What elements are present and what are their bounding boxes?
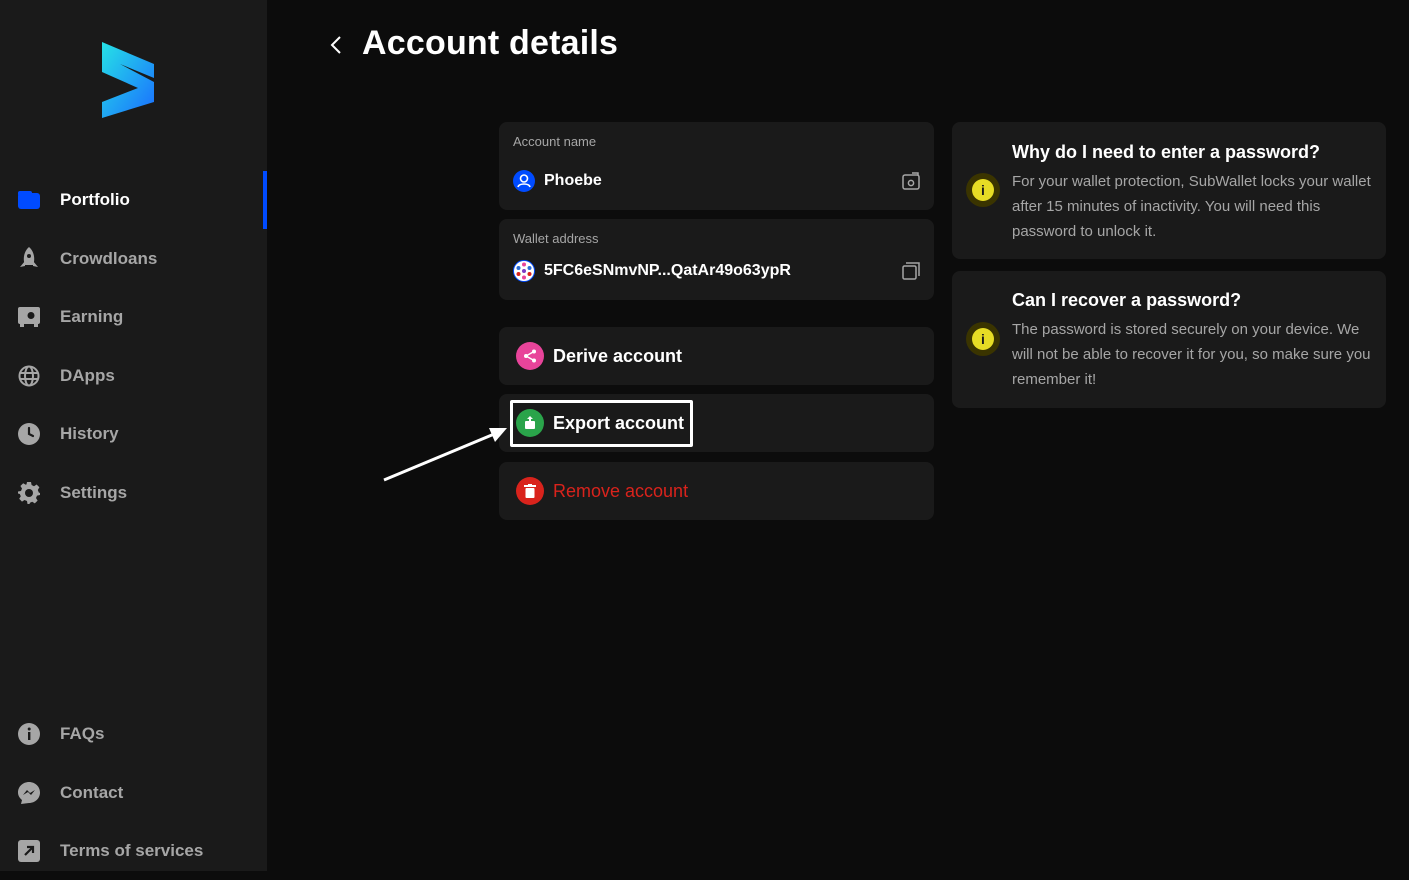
share-icon xyxy=(516,342,544,370)
wallet-address-card: Wallet address 5FC6eSNmvNP...QatAr49o63y… xyxy=(499,219,934,300)
sidebar-item-portfolio[interactable]: Portfolio xyxy=(0,171,267,229)
sidebar-item-label: History xyxy=(60,424,119,444)
account-name-card: Account name Phoebe xyxy=(499,122,934,210)
sidebar-item-label: Earning xyxy=(60,307,123,327)
sidebar-item-label: Crowdloans xyxy=(60,249,157,269)
identicon-icon xyxy=(513,260,535,282)
warning-info-icon: i xyxy=(966,322,1000,356)
account-name-row: Phoebe xyxy=(513,170,920,192)
account-name-label: Account name xyxy=(513,134,596,149)
wallet-address-label: Wallet address xyxy=(513,231,599,246)
rocket-icon xyxy=(17,247,41,271)
trash-icon xyxy=(516,477,544,505)
sidebar-item-earning[interactable]: Earning xyxy=(0,288,267,346)
sidebar-item-label: Portfolio xyxy=(60,190,130,210)
sidebar-item-label: Terms of services xyxy=(60,841,203,861)
user-avatar-icon xyxy=(513,170,535,192)
info-card-password: i Why do I need to enter a password? For… xyxy=(952,122,1386,259)
clock-icon xyxy=(17,422,41,446)
sidebar-item-settings[interactable]: Settings xyxy=(0,464,267,522)
highlight-box xyxy=(510,400,693,447)
info-card-recover: i Can I recover a password? The password… xyxy=(952,271,1386,408)
sidebar-item-history[interactable]: History xyxy=(0,405,267,463)
sidebar-item-contact[interactable]: Contact xyxy=(0,764,267,822)
chevron-left-icon xyxy=(329,34,343,56)
subwallet-logo xyxy=(98,38,158,120)
back-button[interactable] xyxy=(329,30,353,60)
main-content: Account details Account name Phoebe Wall… xyxy=(267,0,1409,871)
sidebar-item-terms[interactable]: Terms of services xyxy=(0,822,267,880)
sidebar: Portfolio Crowdloans Earning DApps Histo… xyxy=(0,0,267,871)
external-link-icon xyxy=(17,839,41,863)
messenger-icon xyxy=(17,781,41,805)
info-title: Why do I need to enter a password? xyxy=(1012,142,1320,163)
info-body: For your wallet protection, SubWallet lo… xyxy=(1012,169,1374,244)
copy-icon[interactable] xyxy=(902,262,920,280)
sidebar-item-label: Settings xyxy=(60,483,127,503)
sidebar-item-crowdloans[interactable]: Crowdloans xyxy=(0,230,267,288)
remove-account-button[interactable]: Remove account xyxy=(499,462,934,520)
sidebar-item-label: DApps xyxy=(60,366,115,386)
info-body: The password is stored securely on your … xyxy=(1012,317,1374,392)
globe-icon xyxy=(17,364,41,388)
info-title: Can I recover a password? xyxy=(1012,290,1241,311)
wallet-address-value: 5FC6eSNmvNP...QatAr49o63ypR xyxy=(544,262,902,280)
sidebar-item-label: FAQs xyxy=(60,724,104,744)
sidebar-item-dapps[interactable]: DApps xyxy=(0,347,267,405)
sidebar-item-faqs[interactable]: FAQs xyxy=(0,705,267,763)
edit-icon[interactable] xyxy=(902,172,920,190)
vault-icon xyxy=(17,305,41,329)
page-title: Account details xyxy=(362,24,618,63)
gear-icon xyxy=(17,481,41,505)
warning-info-icon: i xyxy=(966,173,1000,207)
account-name-value: Phoebe xyxy=(544,172,902,190)
info-icon xyxy=(17,722,41,746)
wallet-address-row: 5FC6eSNmvNP...QatAr49o63ypR xyxy=(513,260,920,282)
sidebar-item-label: Contact xyxy=(60,783,123,803)
derive-account-button[interactable]: Derive account xyxy=(499,327,934,385)
derive-account-label: Derive account xyxy=(553,346,682,367)
remove-account-label: Remove account xyxy=(553,481,688,502)
annotation-arrow xyxy=(381,420,511,484)
wallet-icon xyxy=(17,188,41,212)
